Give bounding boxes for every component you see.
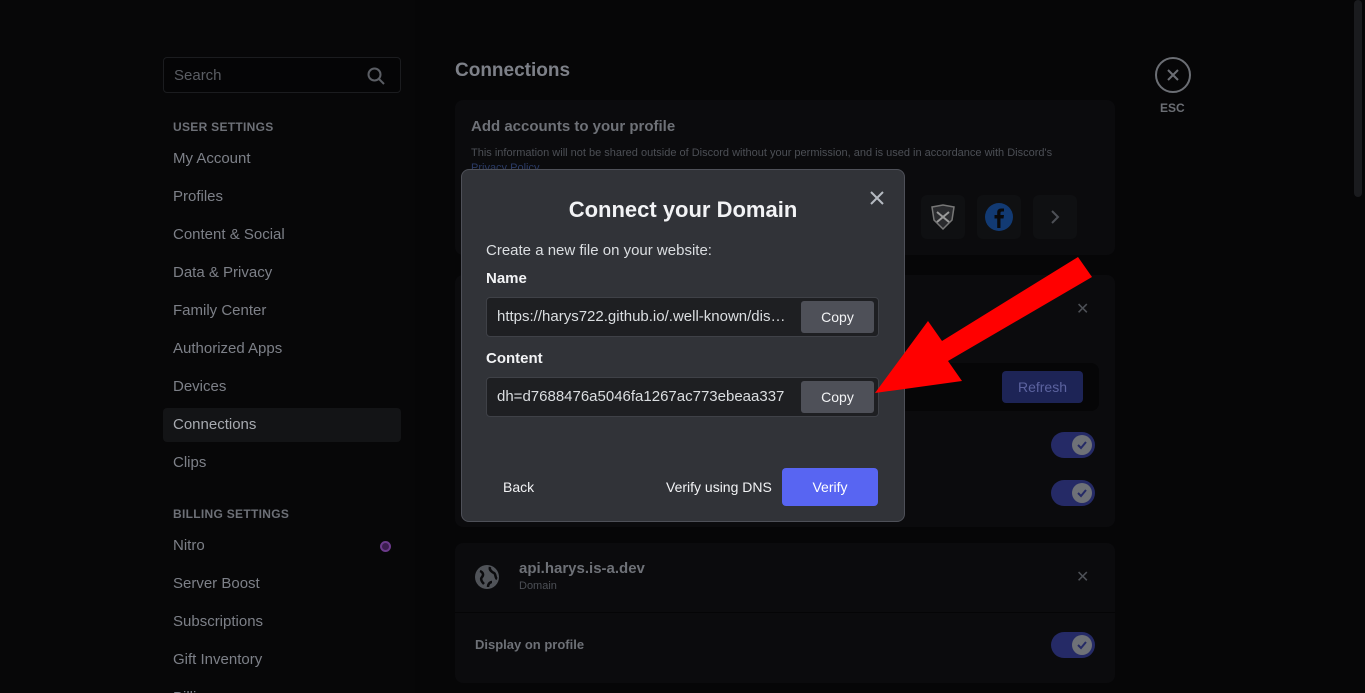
copy-name-button[interactable]: Copy — [801, 301, 874, 333]
display-on-profile-label: Display on profile — [475, 637, 585, 652]
check-icon — [1072, 635, 1092, 655]
sidebar-item-devices[interactable]: Devices — [163, 370, 401, 404]
settings-sidebar: Search USER SETTINGS My Account Profiles… — [0, 0, 415, 693]
sidebar-item-billing[interactable]: Billi — [163, 681, 401, 693]
modal-title: Connect your Domain — [568, 197, 798, 222]
sidebar-item-label: Nitro — [173, 537, 205, 554]
shield-crest-glyph — [931, 204, 955, 231]
check-icon — [1072, 435, 1092, 455]
remove-domain-icon[interactable]: ✕ — [1076, 567, 1089, 587]
search-box[interactable]: Search — [163, 57, 401, 93]
domain-type: Domain — [519, 580, 557, 592]
chevron-glyph — [1051, 210, 1060, 224]
name-label: Name — [486, 270, 527, 287]
billing-settings-heading: BILLING SETTINGS — [173, 507, 290, 521]
verify-button[interactable]: Verify — [782, 468, 878, 506]
modal-intro: Create a new file on your website: — [486, 242, 712, 259]
shield-crest-icon[interactable] — [921, 195, 965, 239]
sidebar-item-connections[interactable]: Connections — [163, 408, 401, 442]
name-field: https://harys722.github.io/.well-known/d… — [486, 297, 879, 337]
name-value[interactable]: https://harys722.github.io/.well-known/d… — [497, 308, 792, 325]
connect-domain-modal: Connect your Domain Create a new file on… — [461, 169, 905, 522]
sidebar-item-nitro[interactable]: Nitro — [163, 529, 401, 563]
check-icon — [1072, 483, 1092, 503]
content-field: dh=d7688476a5046fa1267ac773ebeaa337 Copy — [486, 377, 879, 417]
globe-icon — [475, 565, 499, 589]
domain-name: api.harys.is-a.dev — [519, 560, 645, 577]
facebook-icon[interactable] — [977, 195, 1021, 239]
sidebar-item-gift-inventory[interactable]: Gift Inventory — [163, 643, 401, 677]
sidebar-item-data-privacy[interactable]: Data & Privacy — [163, 256, 401, 290]
page-title: Connections — [455, 60, 571, 81]
verify-dns-button[interactable]: Verify using DNS — [666, 479, 772, 495]
nitro-icon — [380, 541, 391, 552]
sidebar-item-my-account[interactable]: My Account — [163, 142, 401, 176]
facebook-glyph — [985, 203, 1013, 231]
display-on-profile-toggle[interactable] — [1051, 632, 1095, 658]
add-accounts-title: Add accounts to your profile — [471, 118, 676, 135]
close-settings-button[interactable] — [1155, 57, 1191, 93]
close-icon[interactable] — [865, 186, 889, 210]
chevron-right-icon[interactable] — [1033, 195, 1077, 239]
esc-label: ESC — [1160, 101, 1185, 115]
sidebar-item-content-social[interactable]: Content & Social — [163, 218, 401, 252]
divider — [455, 612, 1115, 613]
content-label: Content — [486, 350, 543, 367]
close-icon — [1167, 69, 1179, 81]
copy-content-button[interactable]: Copy — [801, 381, 874, 413]
search-input[interactable]: Search — [174, 67, 222, 84]
sidebar-item-server-boost[interactable]: Server Boost — [163, 567, 401, 601]
scrollbar[interactable] — [1354, 0, 1362, 197]
sidebar-item-profiles[interactable]: Profiles — [163, 180, 401, 214]
sidebar-item-clips[interactable]: Clips — [163, 446, 401, 480]
search-icon — [367, 67, 385, 85]
toggle-switch[interactable] — [1051, 480, 1095, 506]
content-value[interactable]: dh=d7688476a5046fa1267ac773ebeaa337 — [497, 388, 792, 405]
sidebar-item-authorized-apps[interactable]: Authorized Apps — [163, 332, 401, 366]
sidebar-item-subscriptions[interactable]: Subscriptions — [163, 605, 401, 639]
back-button[interactable]: Back — [503, 479, 534, 495]
red-arrow-annotation — [875, 257, 1092, 393]
user-settings-heading: USER SETTINGS — [173, 120, 274, 134]
toggle-switch[interactable] — [1051, 432, 1095, 458]
description-text: This information will not be shared outs… — [471, 147, 1053, 159]
sidebar-item-family-center[interactable]: Family Center — [163, 294, 401, 328]
